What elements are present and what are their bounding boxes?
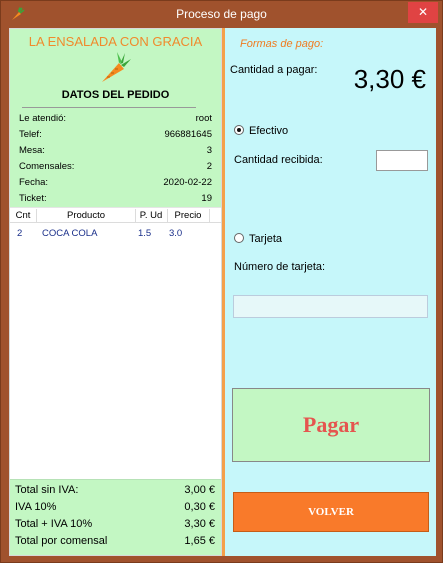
info-label: Fecha:	[19, 177, 49, 188]
efectivo-radio[interactable]	[234, 125, 244, 135]
total-label: Total por comensal	[15, 535, 108, 547]
cantidad-recibida-label: Cantidad recibida:	[234, 154, 323, 166]
payment-panel: Formas de pago: Cantidad a pagar: 3,30 €…	[225, 28, 436, 556]
amount-due-value: 3,30 €	[353, 64, 426, 94]
tarjeta-label: Tarjeta	[249, 233, 283, 245]
brand-name: LA ENSALADA CON GRACIA	[28, 34, 203, 49]
order-section-title: DATOS DEL PEDIDO	[61, 89, 170, 101]
info-value: 2	[206, 161, 212, 172]
info-row-date: Fecha: 2020-02-22	[19, 177, 212, 191]
column-divider[interactable]	[36, 209, 37, 222]
info-label: Le atendió:	[19, 113, 67, 124]
total-con-iva-row: Total + IVA 10% 3,30 €	[15, 518, 215, 534]
info-label: Ticket:	[19, 193, 47, 204]
amount-due-label: Cantidad a pagar:	[230, 64, 318, 76]
cell-precio: 3.0	[169, 228, 183, 239]
info-value: 19	[201, 193, 212, 204]
order-table-header: Cnt Producto P. Ud Precio	[10, 207, 221, 223]
order-panel: LA ENSALADA CON GRACIA DATOS DEL PEDIDO …	[9, 28, 222, 556]
total-label: Total + IVA 10%	[15, 518, 93, 530]
pagar-button[interactable]: Pagar	[232, 388, 430, 462]
cantidad-recibida-input[interactable]	[376, 150, 428, 171]
column-header-producto[interactable]: Producto	[38, 210, 134, 221]
total-label: Total sin IVA:	[15, 484, 79, 496]
info-label: Telef:	[19, 129, 42, 140]
info-row-attended: Le atendió: root	[19, 113, 212, 127]
total-value: 1,65 €	[184, 535, 215, 547]
payment-window: Proceso de pago ✕ LA ENSALADA CON GRACIA…	[0, 0, 443, 563]
info-value: 966881645	[164, 129, 212, 140]
order-header: LA ENSALADA CON GRACIA DATOS DEL PEDIDO …	[10, 29, 221, 207]
total-value: 3,30 €	[184, 518, 215, 530]
total-por-comensal-row: Total por comensal 1,65 €	[15, 535, 215, 551]
efectivo-label: Efectivo	[249, 125, 289, 137]
total-label: IVA 10%	[15, 501, 57, 513]
info-label: Comensales:	[19, 161, 75, 172]
window-title: Proceso de pago	[176, 7, 267, 21]
info-label: Mesa:	[19, 145, 45, 156]
numero-tarjeta-label: Número de tarjeta:	[234, 261, 326, 273]
info-value: root	[195, 113, 212, 124]
info-row-phone: Telef: 966881645	[19, 129, 212, 143]
cell-cnt: 2	[17, 228, 23, 239]
numero-tarjeta-input[interactable]	[233, 295, 428, 318]
efectivo-option[interactable]: Efectivo	[234, 125, 288, 137]
volver-button[interactable]: VOLVER	[233, 492, 429, 532]
payment-methods-heading: Formas de pago:	[240, 38, 324, 50]
total-value: 3,00 €	[184, 484, 215, 496]
column-header-precio[interactable]: Precio	[168, 210, 208, 221]
column-divider[interactable]	[209, 209, 210, 222]
info-value: 2020-02-22	[163, 177, 212, 188]
header-separator	[22, 107, 196, 108]
cell-producto: COCA COLA	[42, 228, 98, 239]
info-row-table: Mesa: 3	[19, 145, 212, 159]
total-value: 0,30 €	[184, 501, 215, 513]
column-header-cnt[interactable]: Cnt	[14, 210, 32, 221]
cell-pud: 1.5	[138, 228, 152, 239]
totals-panel: Total sin IVA: 3,00 € IVA 10% 0,30 € Tot…	[10, 479, 221, 555]
tarjeta-radio[interactable]	[234, 233, 244, 243]
close-button[interactable]: ✕	[408, 2, 438, 23]
carrot-logo	[102, 52, 131, 82]
total-sin-iva-row: Total sin IVA: 3,00 €	[15, 484, 215, 500]
info-row-diners: Comensales: 2	[19, 161, 212, 175]
title-bar: Proceso de pago ✕	[1, 1, 442, 28]
tarjeta-option[interactable]: Tarjeta	[234, 233, 282, 245]
column-header-pud[interactable]: P. Ud	[136, 210, 166, 221]
iva-row: IVA 10% 0,30 €	[15, 501, 215, 517]
info-row-ticket: Ticket: 19	[19, 193, 212, 207]
info-value: 3	[206, 145, 212, 156]
